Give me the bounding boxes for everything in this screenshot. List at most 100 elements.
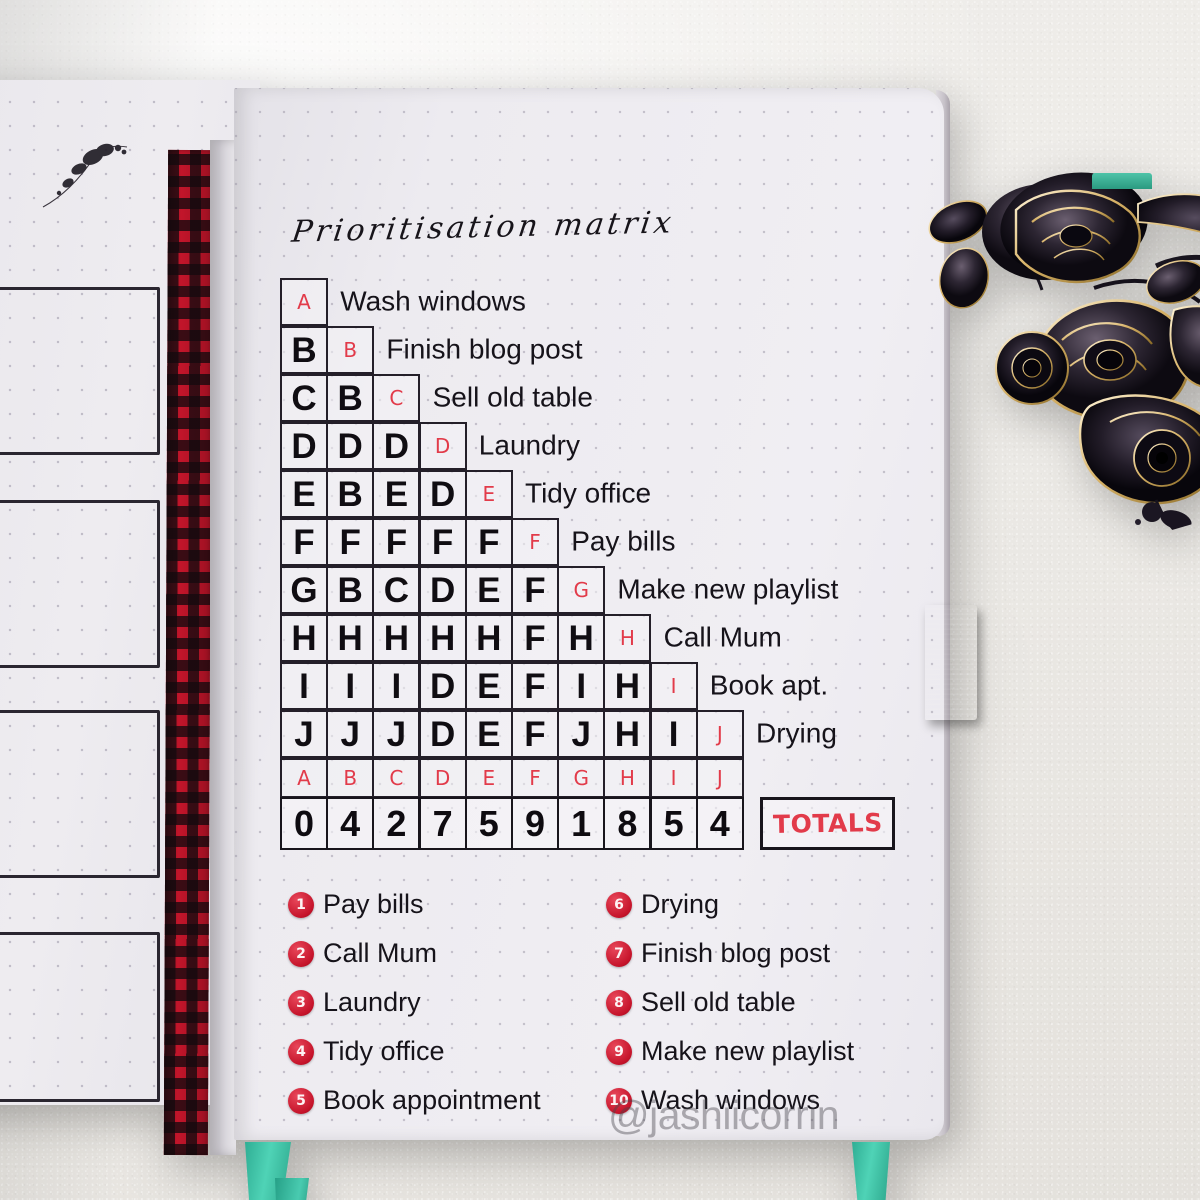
matrix-column-header: G — [557, 758, 606, 798]
ranked-list-item: 4 Tidy office — [288, 1027, 541, 1076]
matrix-total-cell: 4 — [326, 797, 375, 850]
matrix-cell: H — [603, 662, 652, 710]
rank-number-badge: 1 — [288, 891, 314, 918]
matrix-task-label: Finish blog post — [386, 333, 583, 365]
rank-task-label: Laundry — [323, 987, 421, 1017]
matrix-total-cell: 9 — [511, 797, 559, 850]
washi-tape-plaid — [163, 149, 213, 1156]
matrix-cell: H — [418, 614, 467, 662]
matrix-column-header: B — [326, 758, 375, 798]
matrix-cell: J — [326, 710, 375, 758]
matrix-cell: H — [326, 614, 375, 662]
elastic-closure-band — [925, 605, 977, 720]
bookmark-ribbon-right — [852, 1142, 890, 1200]
watermark: @jashiicorrin — [608, 1092, 840, 1138]
rank-number-badge: 5 — [288, 1087, 314, 1114]
matrix-task-label: Pay bills — [571, 525, 676, 557]
rank-number-badge: 3 — [288, 989, 314, 1016]
matrix-diagonal-cell: J — [695, 710, 744, 758]
ranked-list-item: 8 Sell old table — [606, 978, 854, 1027]
ranked-list-column-right: 6 Drying 7 Finish blog post 8 Sell old table 9… — [606, 880, 854, 1125]
matrix-diagonal-cell: C — [372, 374, 421, 422]
ranked-list-item: 5 Book appointment — [288, 1076, 541, 1125]
matrix-cell: E — [464, 566, 513, 614]
matrix-total-cell: 4 — [695, 797, 744, 850]
matrix-cell: I — [557, 662, 606, 710]
matrix-total-cell: 8 — [603, 797, 652, 850]
rank-task-label: Finish blog post — [641, 938, 831, 968]
matrix-column-header: C — [372, 758, 421, 798]
matrix-column-header: A — [280, 758, 328, 798]
ranked-list-item: 1 Pay bills — [288, 880, 541, 929]
matrix-cell: B — [326, 566, 375, 614]
rank-task-label: Book appointment — [323, 1085, 541, 1115]
matrix-diagonal-cell: F — [511, 518, 559, 566]
totals-box: TOTALS — [760, 797, 895, 850]
matrix-diagonal-cell: A — [280, 278, 328, 326]
matrix-task-label: Drying — [756, 717, 837, 749]
matrix-cell: F — [511, 710, 559, 758]
totals-label: TOTALS — [772, 808, 883, 839]
matrix-diagonal-cell: E — [464, 470, 513, 518]
matrix-cell: H — [557, 614, 606, 662]
ranked-list-item: 3 Laundry — [288, 978, 541, 1027]
photo-scene: SDAY URSDAY RDAY T WEEK — [0, 0, 1200, 1200]
left-week-block: T WEEK — [0, 932, 160, 1102]
matrix-cell: E — [464, 662, 513, 710]
matrix-task-label: Make new playlist — [617, 573, 839, 605]
rank-number-badge: 8 — [606, 989, 632, 1016]
matrix-cell: H — [603, 710, 652, 758]
matrix-task-label: Book apt. — [709, 669, 829, 701]
matrix-task-label: Tidy office — [525, 477, 652, 509]
matrix-cell: E — [464, 710, 513, 758]
matrix-cell: F — [418, 518, 467, 566]
left-day-block: URSDAY — [0, 500, 160, 668]
matrix-task-label: Sell old table — [432, 381, 593, 413]
matrix-row: C B C Sell old table — [280, 374, 940, 422]
rank-number-badge: 7 — [606, 940, 632, 967]
matrix-cell: D — [418, 566, 467, 614]
ranked-list-item: 9 Make new playlist — [606, 1027, 854, 1076]
matrix-row: F F F F F F Pay bills — [280, 518, 940, 566]
rank-task-label: Drying — [641, 889, 720, 919]
matrix-cell: H — [280, 614, 328, 662]
matrix-cell: F — [464, 518, 513, 566]
matrix-cell: I — [372, 662, 421, 710]
rank-task-label: Sell old table — [641, 987, 796, 1017]
matrix-total-cell: 5 — [649, 797, 698, 850]
rank-task-label: Tidy office — [323, 1036, 445, 1066]
rank-task-label: Call Mum — [323, 938, 438, 968]
matrix-cell: H — [372, 614, 421, 662]
rank-number-badge: 6 — [606, 891, 632, 918]
matrix-cell: H — [464, 614, 513, 662]
matrix-cell: F — [511, 662, 559, 710]
matrix-cell: F — [280, 518, 328, 566]
matrix-cell: D — [326, 422, 375, 470]
matrix-diagonal-cell: B — [326, 326, 375, 374]
rank-task-label: Pay bills — [323, 889, 424, 919]
matrix-cell: C — [372, 566, 421, 614]
notebook-gutter — [210, 140, 236, 1155]
matrix-cell: E — [280, 470, 328, 518]
matrix-column-header: E — [464, 758, 513, 798]
matrix-cell: F — [511, 566, 559, 614]
matrix-diagonal-cell: G — [557, 566, 606, 614]
matrix-diagonal-cell: D — [418, 422, 467, 470]
matrix-total-cell: 7 — [418, 797, 467, 850]
ribbon-top-tab — [1092, 173, 1152, 189]
matrix-column-header: J — [695, 758, 744, 798]
matrix-cell: F — [326, 518, 375, 566]
matrix-row: B B Finish blog post — [280, 326, 940, 374]
matrix-cell: B — [326, 374, 375, 422]
matrix-row: G B C D E F G Make new playlist — [280, 566, 940, 614]
matrix-cell: F — [372, 518, 421, 566]
matrix-row: E B E D E Tidy office — [280, 470, 940, 518]
matrix-row: A Wash windows — [280, 278, 940, 326]
ranked-list-item: 6 Drying — [606, 880, 854, 929]
matrix-cell: I — [649, 710, 698, 758]
matrix-task-label: Call Mum — [663, 621, 782, 653]
left-day-block: RDAY — [0, 710, 160, 878]
matrix-cell: D — [418, 710, 467, 758]
matrix-cell: D — [418, 662, 467, 710]
matrix-cell: C — [280, 374, 328, 422]
